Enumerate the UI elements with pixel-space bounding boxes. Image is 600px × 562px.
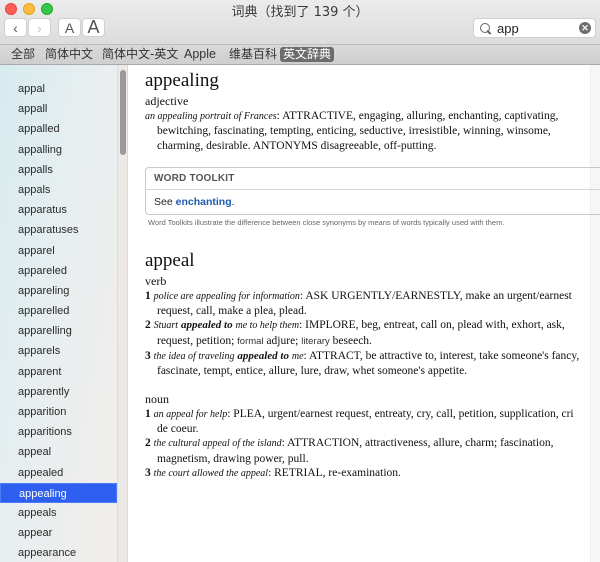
back-button[interactable]: ‹	[4, 18, 27, 37]
example: the court allowed the appeal	[153, 467, 269, 479]
example: me	[291, 351, 304, 363]
example: an appeal for help	[153, 408, 228, 420]
chevron-left-icon: ‹	[13, 19, 18, 36]
example: the idea of traveling	[153, 351, 235, 363]
sidebar-word-item[interactable]: appal	[0, 79, 117, 99]
example: police are appealing for information	[153, 290, 300, 302]
sidebar-word-item[interactable]: apparels	[0, 341, 117, 361]
increase-font-button[interactable]: A	[82, 17, 105, 37]
tab-simplified-chinese[interactable]: 简体中文	[42, 47, 96, 62]
sidebar-word-item[interactable]: apparatus	[0, 200, 117, 220]
title-bar: 词典（找到了 139 个） ‹ › A A ✕	[0, 0, 600, 44]
sidebar-word-item[interactable]: appareling	[0, 281, 117, 301]
sidebar-scrollbar[interactable]	[117, 65, 128, 562]
sidebar-word-item[interactable]: apparelling	[0, 321, 117, 341]
word-toolkit-body: See enchanting.	[146, 190, 600, 214]
sense: 1 police are appealing for information: …	[145, 289, 585, 319]
search-field[interactable]: ✕	[473, 18, 596, 38]
sidebar-word-item[interactable]: appals	[0, 180, 117, 200]
sense-number: 1	[145, 289, 151, 302]
register-label: literary	[301, 335, 330, 347]
link-suffix: .	[231, 195, 235, 208]
sidebar-word-item[interactable]: appareled	[0, 261, 117, 281]
sidebar-word-item[interactable]: apparitions	[0, 422, 117, 442]
example: the cultural appeal of the island	[153, 438, 282, 450]
search-icon	[480, 22, 491, 34]
enchanting-link[interactable]: enchanting	[176, 196, 232, 208]
register-label: formal	[237, 335, 264, 347]
sidebar-scroll-thumb[interactable]	[120, 70, 126, 155]
sidebar-word-item[interactable]: appear	[0, 523, 117, 543]
sidebar-word-item[interactable]: appealing	[0, 482, 117, 503]
sense-number: 2	[145, 319, 151, 332]
sidebar-word-item[interactable]: appalls	[0, 160, 117, 180]
word-toolkit-note: Word Toolkits illustrate the difference …	[148, 217, 505, 227]
tab-english-dictionary[interactable]: 英文辞典	[280, 47, 335, 62]
sense: 3 the idea of traveling appealed to me: …	[145, 349, 585, 379]
definition: : RETRIAL, re-examination.	[268, 466, 401, 479]
tab-chinese-english[interactable]: 简体中文-英文	[99, 47, 181, 62]
sense: 2 the cultural appeal of the island: ATT…	[145, 436, 585, 466]
tab-wikipedia[interactable]: 维基百科	[226, 47, 280, 62]
word-toolkit-box: WORD TOOLKIT See enchanting.	[145, 166, 600, 215]
tab-all[interactable]: 全部	[8, 47, 38, 62]
sidebar-word-item[interactable]: appalled	[0, 119, 117, 139]
word-list-sidebar: appal appall appalled appalling appalls appal…	[0, 65, 117, 562]
part-of-speech: verb	[145, 273, 167, 288]
sidebar-word-item[interactable]: appalling	[0, 140, 117, 160]
example-highlight: appealed to	[237, 350, 289, 363]
forward-button[interactable]: ›	[28, 18, 51, 37]
sense-number: 3	[145, 350, 151, 363]
headword: appealing	[145, 70, 219, 91]
sidebar-word-item[interactable]: appearance	[0, 543, 117, 562]
dictionary-tab-bar: 全部 简体中文 简体中文-英文 Apple 维基百科 英文辞典	[0, 44, 600, 65]
example-highlight: appealed to	[180, 319, 233, 332]
definition: adjure;	[266, 334, 299, 347]
sidebar-word-item[interactable]: appeals	[0, 503, 117, 523]
definition-pane: appealing adjective an appealing portrai…	[145, 70, 600, 481]
sense-number: 2	[145, 437, 151, 450]
decrease-font-button[interactable]: A	[58, 18, 81, 37]
sense: 2 Stuart appealed to me to help them: IM…	[145, 318, 585, 349]
sidebar-word-item[interactable]: apparently	[0, 382, 117, 402]
sidebar-word-item[interactable]: appealed	[0, 463, 117, 483]
word-toolkit-heading: WORD TOOLKIT	[146, 168, 600, 190]
headword: appeal	[145, 249, 195, 271]
chevron-right-icon: ›	[37, 19, 42, 36]
content-scrollbar[interactable]	[590, 65, 600, 562]
sidebar-word-item[interactable]: appall	[0, 99, 117, 119]
part-of-speech: adjective	[145, 94, 189, 108]
sidebar-word-item[interactable]: apparent	[0, 362, 117, 382]
sense: 3 the court allowed the appeal: RETRIAL,…	[145, 466, 585, 481]
sidebar-word-item[interactable]: apparition	[0, 402, 117, 422]
example: an appealing portrait of Frances	[145, 111, 277, 122]
definition: beseech.	[332, 334, 372, 347]
sense: 1 an appeal for help: PLEA, urgent/earne…	[145, 407, 585, 437]
sidebar-word-item[interactable]: appeal	[0, 442, 117, 462]
example: me to help them	[235, 320, 300, 332]
sense-number: 1	[145, 407, 151, 420]
tab-apple[interactable]: Apple	[181, 47, 219, 62]
clear-search-icon[interactable]: ✕	[579, 22, 591, 34]
part-of-speech: noun	[145, 391, 169, 406]
see-label: See	[154, 195, 173, 208]
example: Stuart	[153, 320, 179, 332]
search-input[interactable]	[497, 20, 577, 36]
sense: an appealing portrait of Frances: ATTRAC…	[145, 109, 585, 153]
sidebar-word-item[interactable]: apparel	[0, 241, 117, 261]
sidebar-word-item[interactable]: apparelled	[0, 301, 117, 321]
sidebar-word-item[interactable]: apparatuses	[0, 220, 117, 240]
sense-number: 3	[145, 466, 151, 479]
